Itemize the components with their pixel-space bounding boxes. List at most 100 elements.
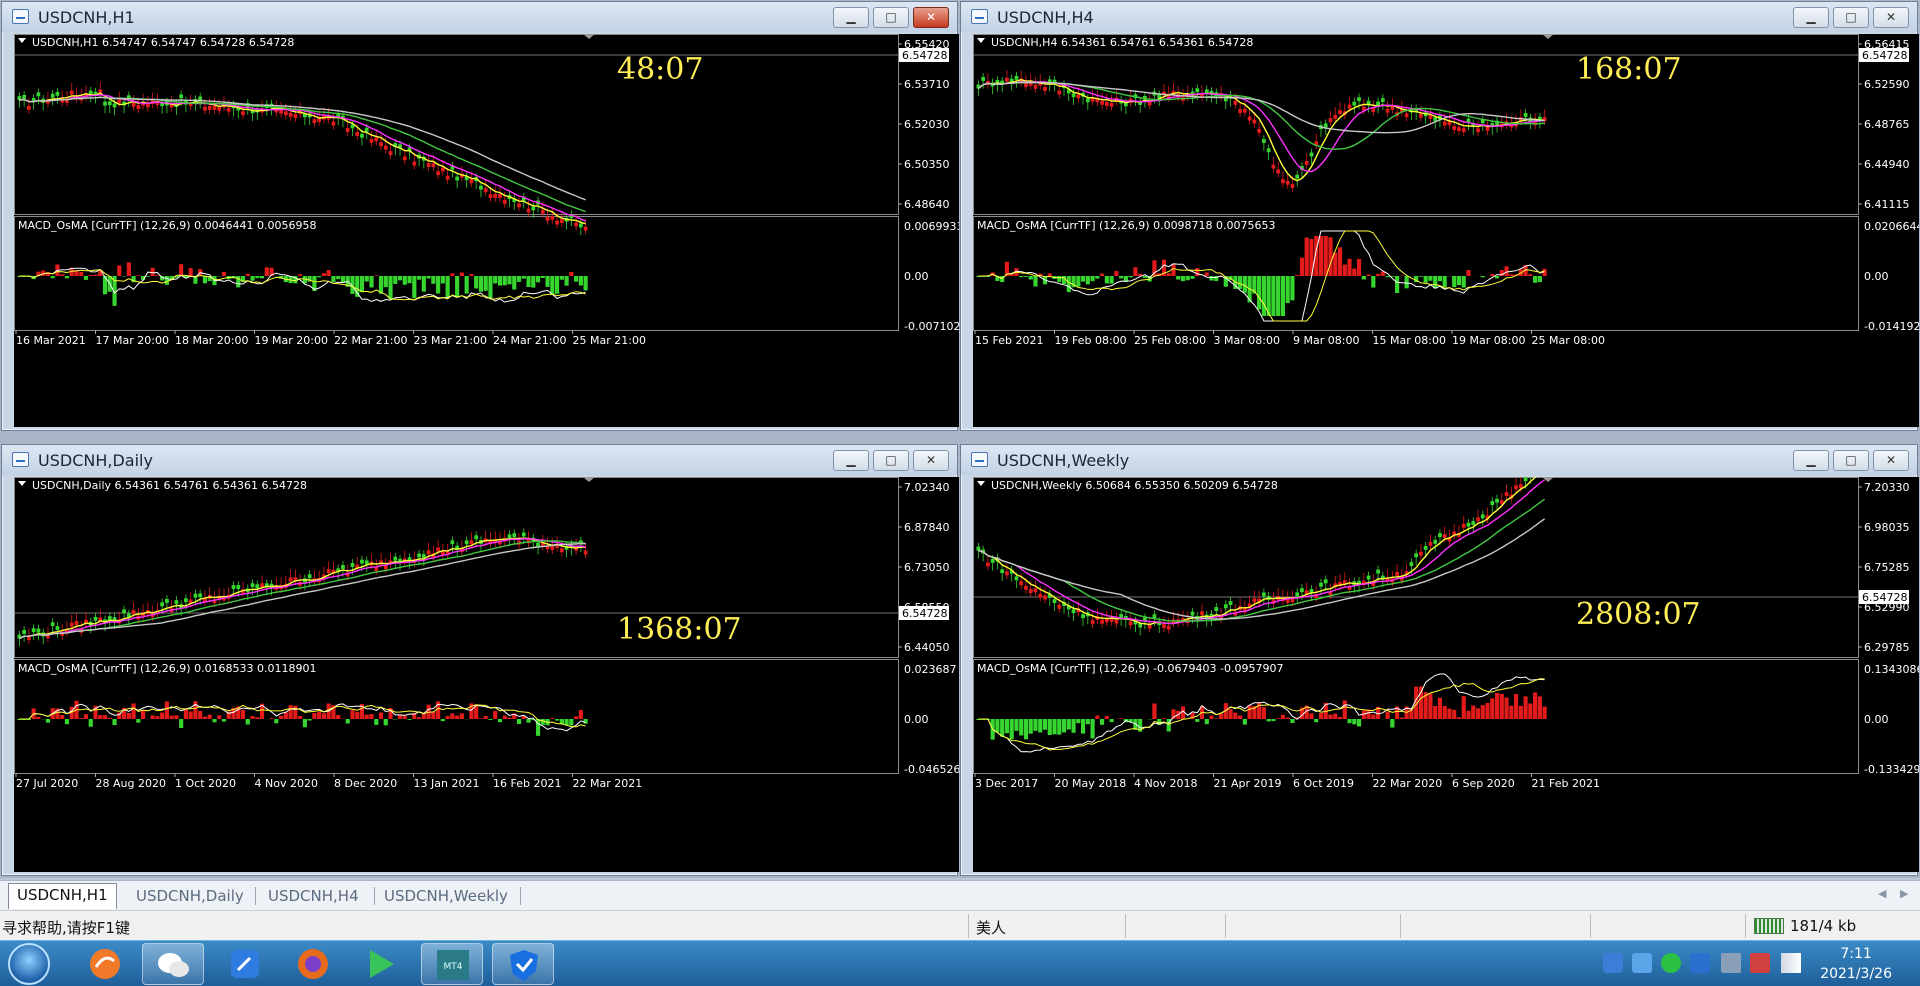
macd-histogram-bar xyxy=(1195,268,1200,276)
macd-histogram-bar xyxy=(202,276,208,284)
tab-usdcnh-weekly[interactable]: USDCNH,Weekly xyxy=(376,885,516,907)
candle-body xyxy=(1428,541,1433,546)
tray-network-icon[interactable] xyxy=(1721,953,1741,973)
maximize-button[interactable]: □ xyxy=(873,450,909,471)
tab-scroll-right-icon[interactable]: ▶ xyxy=(1900,887,1908,900)
chart-window-daily[interactable]: USDCNH,Daily ▁ □ ✕ 7.02340 6.87840 6.73050… xyxy=(1,444,959,876)
window-titlebar[interactable]: USDCNH,H4 ▁ □ ✕ xyxy=(961,2,1917,32)
candle-body xyxy=(1442,121,1447,126)
candle-body xyxy=(307,574,312,579)
tray-update-icon[interactable] xyxy=(1632,953,1652,973)
macd-histogram-bar xyxy=(569,719,574,726)
chart-canvas[interactable]: 7.20330 6.98035 6.75285 6.52990 6.29785 6.547… xyxy=(973,477,1919,872)
macd-histogram-bar xyxy=(1180,276,1186,282)
chart-canvas[interactable]: 6.56415 6.52590 6.48765 6.44940 6.41115 6.547… xyxy=(973,34,1919,427)
tab-divider xyxy=(255,887,256,905)
macd-histogram-bar xyxy=(1480,276,1485,278)
chart-window-h1[interactable]: USDCNH,H1 ▁ □ ✕ 6.55420 6.53710 6.52030 6.5… xyxy=(1,1,959,431)
macd-histogram-bar xyxy=(1071,719,1076,733)
candle-body xyxy=(31,628,36,633)
macd-histogram-bar xyxy=(1342,700,1347,719)
notes-app-icon[interactable] xyxy=(214,943,276,985)
macd-histogram-bar xyxy=(155,716,160,719)
window-titlebar[interactable]: USDCNH,H1 ▁ □ ✕ xyxy=(2,2,957,32)
app-launcher-icon[interactable] xyxy=(74,943,136,985)
candle-body xyxy=(531,206,536,211)
chart-canvas[interactable]: 7.023406.878406.730506.585506.440506.547… xyxy=(14,477,959,872)
date-axis-label: 1 Oct 2020 xyxy=(175,777,236,790)
security-shield-icon[interactable] xyxy=(492,943,554,985)
chart-window-icon xyxy=(12,452,29,467)
candle-body xyxy=(198,593,203,598)
macd-histogram-bar xyxy=(1499,693,1504,719)
wechat-icon[interactable] xyxy=(142,943,204,985)
tray-signal-icon[interactable] xyxy=(1781,953,1801,973)
candle-body xyxy=(517,203,521,208)
tab-usdcnh-daily[interactable]: USDCNH,Daily xyxy=(128,885,252,907)
maximize-button[interactable]: □ xyxy=(1833,450,1869,471)
macd-axis-label: -0.0071023 xyxy=(904,320,959,333)
minimize-button[interactable]: ▁ xyxy=(1793,7,1829,28)
tab-usdcnh-h4[interactable]: USDCNH,H4 xyxy=(260,885,367,907)
candle-body xyxy=(1223,604,1228,609)
tab-scroll-left-icon[interactable]: ◀ xyxy=(1878,887,1886,900)
minimize-button[interactable]: ▁ xyxy=(833,450,869,471)
macd-histogram-bar xyxy=(474,276,479,289)
minimize-button[interactable]: ▁ xyxy=(833,7,869,28)
macd-histogram-bar xyxy=(250,276,255,281)
tray-volume-muted-icon[interactable] xyxy=(1750,953,1770,973)
taskbar-clock[interactable]: 7:11 2021/3/26 xyxy=(1820,944,1892,984)
media-player-icon[interactable] xyxy=(350,943,412,985)
macd-histogram-bar xyxy=(117,265,122,276)
macd-histogram-bar xyxy=(1494,693,1500,719)
candle-body xyxy=(1490,501,1495,506)
candle-body xyxy=(174,600,179,605)
maximize-button[interactable]: □ xyxy=(1833,7,1869,28)
tab-usdcnh-h1[interactable]: USDCNH,H1 xyxy=(8,883,117,909)
candle-body xyxy=(1147,624,1152,629)
candle-body xyxy=(1357,97,1361,102)
macd-histogram-bar xyxy=(1095,276,1100,279)
macd-histogram-bar xyxy=(1352,719,1357,725)
macd-axis-label: 0.0069933 xyxy=(904,220,959,233)
close-button[interactable]: ✕ xyxy=(1873,450,1909,471)
macd-histogram-bar xyxy=(554,276,560,294)
window-titlebar[interactable]: USDCNH,Daily ▁ □ ✕ xyxy=(2,445,957,475)
maximize-button[interactable]: □ xyxy=(873,7,909,28)
macd-histogram-bar xyxy=(283,712,288,719)
macd-histogram-bar xyxy=(1533,276,1538,283)
candle-body xyxy=(479,185,483,190)
candle-body xyxy=(1471,521,1476,525)
minimize-button[interactable]: ▁ xyxy=(1793,450,1829,471)
date-axis-label: 22 Mar 2020 xyxy=(1373,777,1443,790)
tray-wechat-icon[interactable] xyxy=(1661,953,1681,973)
candle-body xyxy=(1057,604,1062,609)
close-button[interactable]: ✕ xyxy=(913,7,949,28)
date-axis-label: 19 Mar 08:00 xyxy=(1452,334,1525,347)
candle-body xyxy=(1166,625,1171,630)
price-axis-label: 6.75285 xyxy=(1864,561,1910,574)
metatrader-icon[interactable]: MT4 xyxy=(421,943,483,985)
close-button[interactable]: ✕ xyxy=(1873,7,1909,28)
bar-countdown: 1368:07 xyxy=(617,612,742,647)
macd-histogram-bar xyxy=(431,276,436,284)
firefox-icon[interactable] xyxy=(282,943,344,985)
chart-window-h4[interactable]: USDCNH,H4 ▁ □ ✕ 6.56415 6.52590 6.48765 6.4… xyxy=(960,1,1919,431)
macd-histogram-bar xyxy=(141,709,146,719)
window-title: USDCNH,H1 xyxy=(38,8,135,27)
tray-shield-icon[interactable] xyxy=(1603,953,1623,973)
date-axis-label: 25 Mar 21:00 xyxy=(573,334,646,347)
window-titlebar[interactable]: USDCNH,Weekly ▁ □ ✕ xyxy=(961,445,1917,475)
macd-histogram-bar xyxy=(417,276,422,280)
chart-window-weekly[interactable]: USDCNH,Weekly ▁ □ ✕ 7.20330 6.98035 6.7528… xyxy=(960,444,1919,876)
price-axis-label: 6.44940 xyxy=(1864,158,1910,171)
macd-histogram-bar xyxy=(516,719,522,724)
candle-body xyxy=(1352,101,1357,106)
chart-window-icon xyxy=(12,9,29,24)
close-button[interactable]: ✕ xyxy=(913,450,949,471)
macd-histogram-bar xyxy=(478,718,484,719)
chart-canvas[interactable]: 6.55420 6.53710 6.52030 6.50350 6.48640 6.547… xyxy=(14,34,959,427)
start-button-icon[interactable] xyxy=(8,943,50,985)
tray-security-icon[interactable] xyxy=(1690,953,1710,973)
macd-histogram-bar xyxy=(1109,719,1114,723)
